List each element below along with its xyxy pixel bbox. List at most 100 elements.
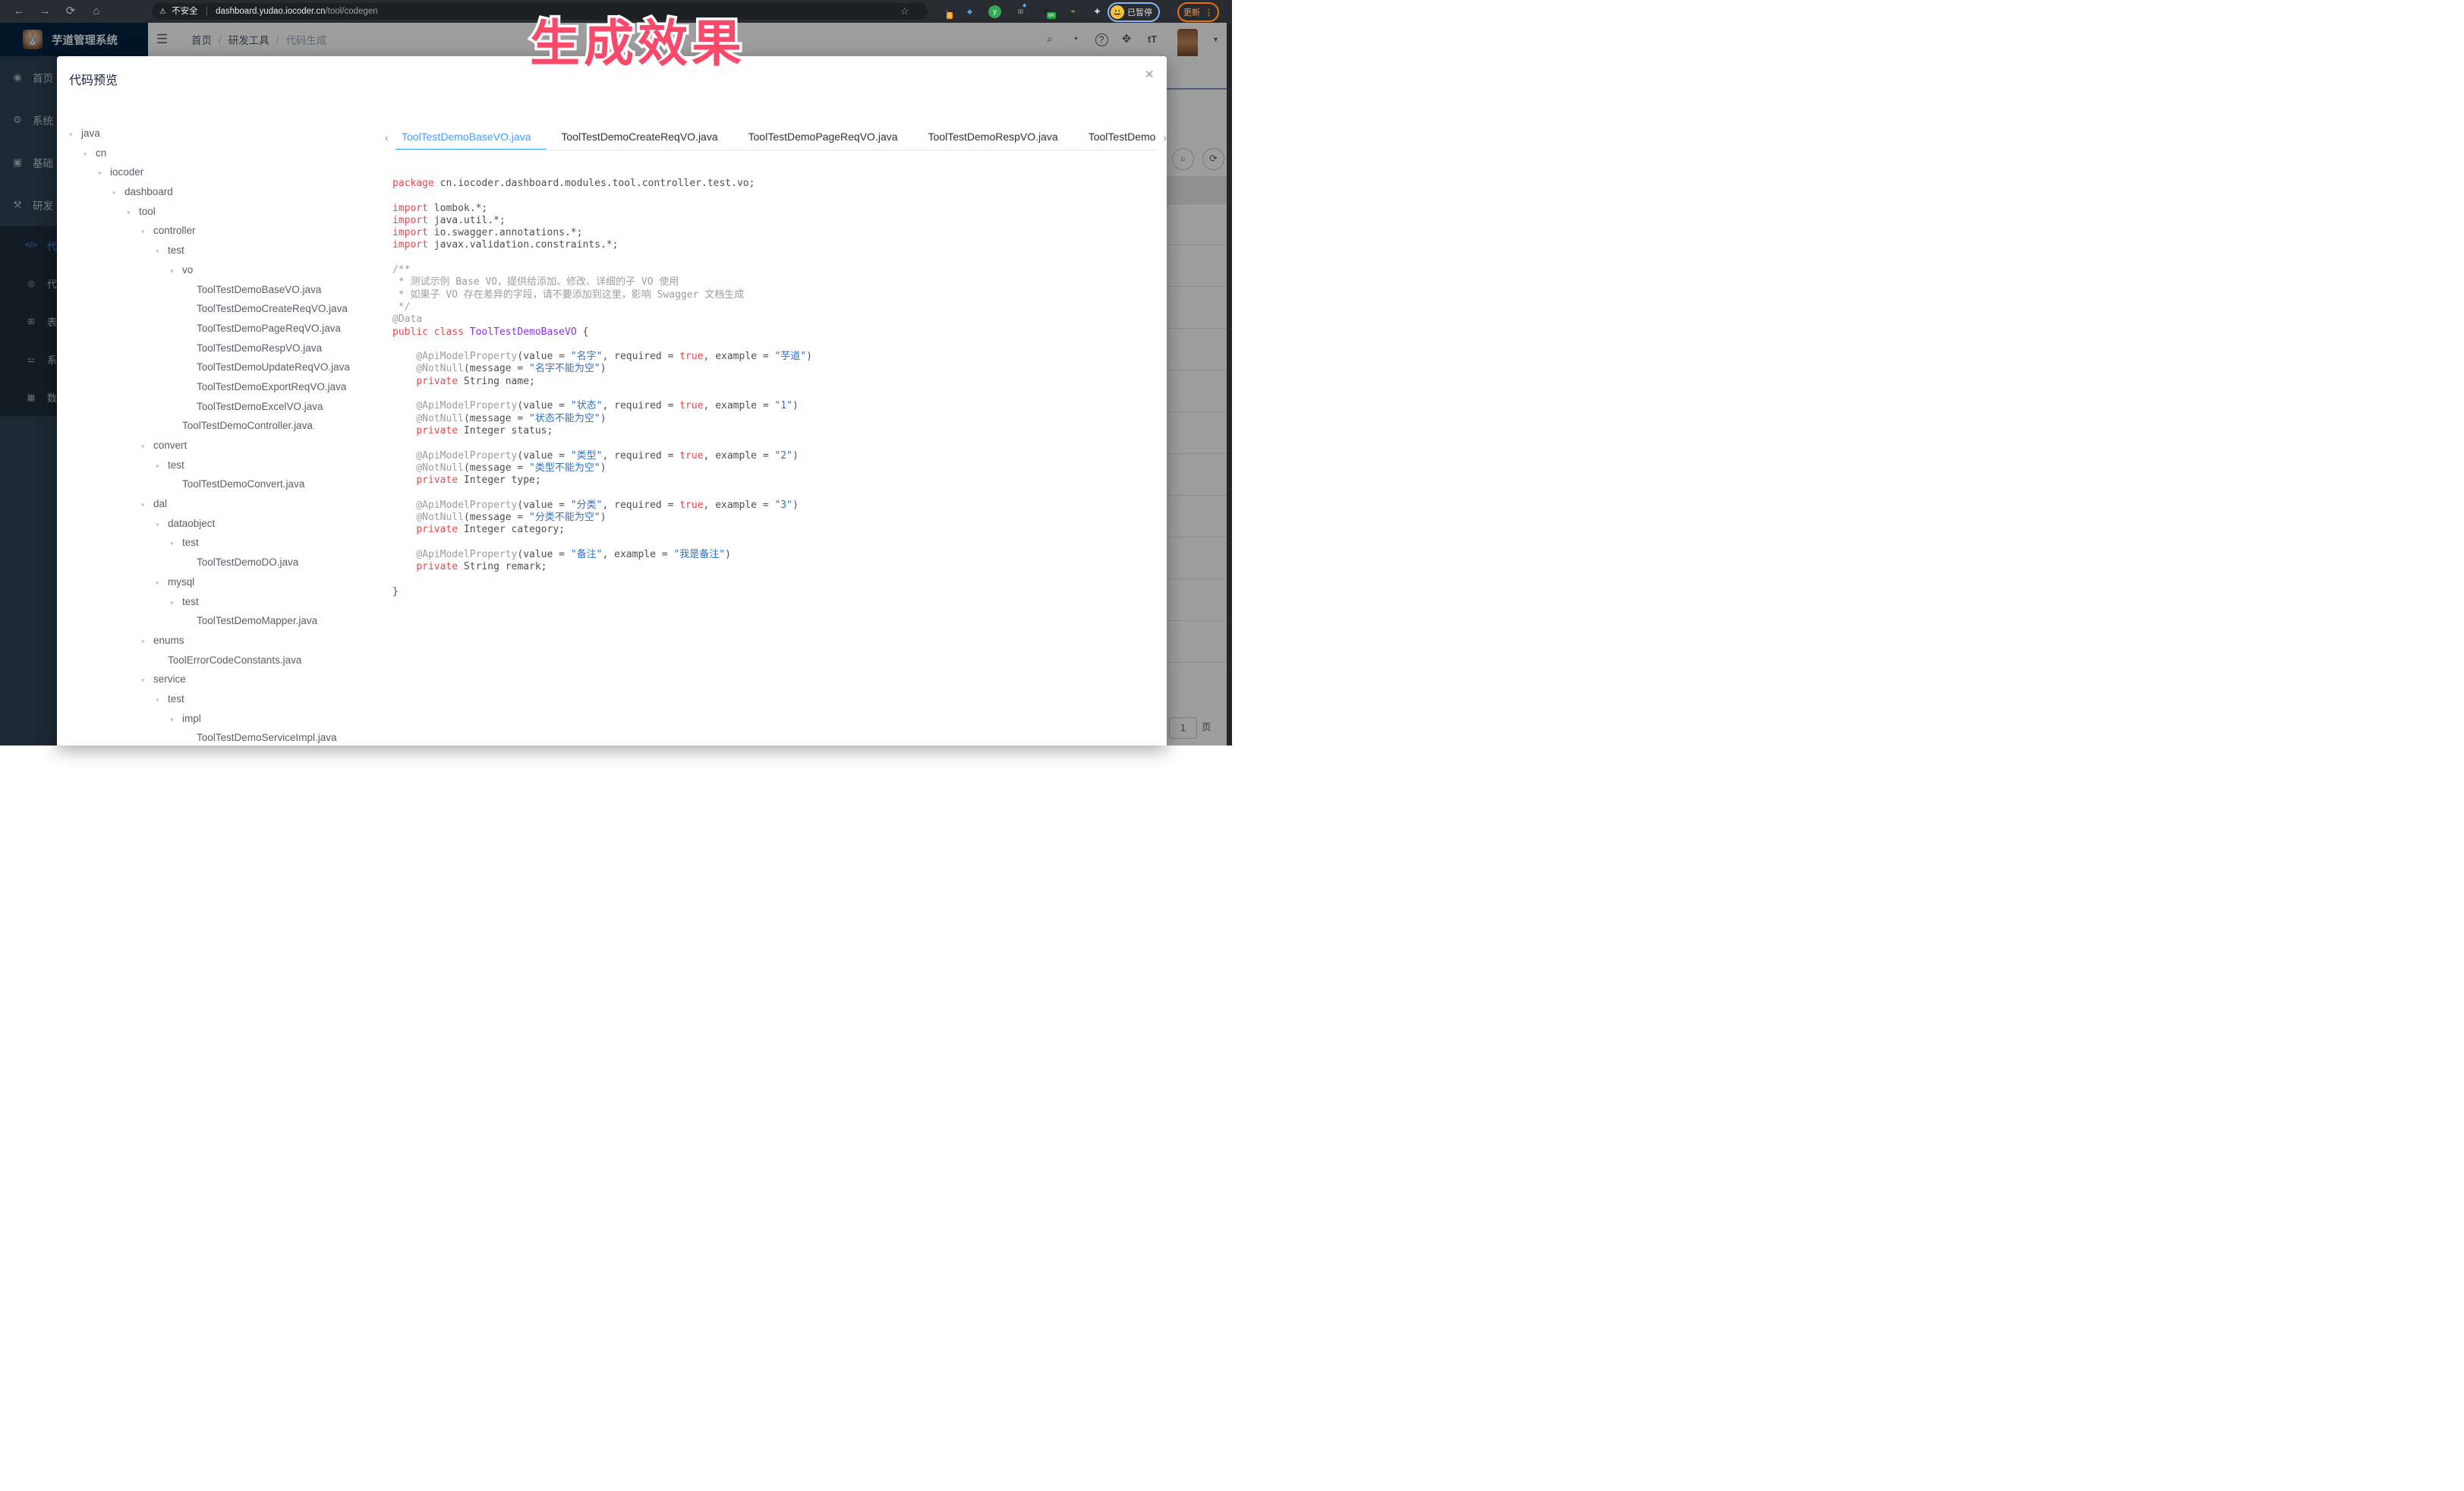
refresh-icon[interactable]: ⟳ — [58, 0, 83, 23]
tree-folder-test[interactable]: ▾test — [69, 533, 384, 553]
tree-expand-caret-icon[interactable]: ▾ — [98, 164, 110, 184]
tab-scroll-prev-icon[interactable]: ‹ — [385, 125, 389, 150]
tab-ToolTestDemoCreateReqVO.java[interactable]: ToolTestDemoCreateReqVO.java — [546, 125, 733, 149]
browser-menu-icon[interactable]: ⋮ — [1205, 8, 1213, 17]
code-viewer[interactable]: package cn.iocoder.dashboard.modules.too… — [392, 178, 1159, 598]
tree-folder-cn[interactable]: ▾cn — [69, 143, 384, 163]
tree-file-ToolTestDemoCreateReqVO.java[interactable]: ToolTestDemoCreateReqVO.java — [69, 299, 384, 319]
tree-folder-mysql[interactable]: ▾mysql — [69, 572, 384, 592]
tree-folder-test[interactable]: ▾test — [69, 241, 384, 260]
url-host: dashboard.yudao.iocoder.cn — [216, 7, 326, 16]
tree-folder-tool[interactable]: ▾tool — [69, 202, 384, 222]
tree-folder-impl[interactable]: ▾impl — [69, 709, 384, 729]
code-line: * 如果子 VO 存在差异的字段，请不要添加到这里，影响 Swagger 文档生… — [392, 289, 1159, 301]
tree-file-ToolTestDemoController.java[interactable]: ToolTestDemoController.java — [69, 416, 384, 436]
tree-node-label: enums — [153, 635, 184, 646]
tree-expand-caret-icon[interactable]: ▾ — [170, 262, 182, 282]
tree-file-ToolErrorCodeConstants.java[interactable]: ToolErrorCodeConstants.java — [69, 651, 384, 670]
tree-node-label: controller — [153, 225, 196, 236]
tree-folder-java[interactable]: ▾java — [69, 124, 384, 143]
tree-node-label: test — [168, 459, 184, 471]
tab-scroll-next-icon[interactable]: › — [1163, 125, 1167, 150]
tree-folder-service[interactable]: ▾service — [69, 670, 384, 689]
bookmark-star-icon[interactable]: ☆ — [900, 0, 909, 23]
tree-folder-dal[interactable]: ▾dal — [69, 494, 384, 514]
tree-file-ToolTestDemoExportReqVO.java[interactable]: ToolTestDemoExportReqVO.java — [69, 377, 384, 397]
tree-file-ToolTestDemoBaseVO.java[interactable]: ToolTestDemoBaseVO.java — [69, 280, 384, 300]
tree-expand-caret-icon[interactable]: ▾ — [170, 594, 182, 613]
tree-expand-caret-icon[interactable]: ▾ — [156, 457, 168, 477]
code-line: @ApiModelProperty(value = "状态", required… — [392, 400, 1159, 412]
tree-expand-caret-icon[interactable]: ▾ — [69, 125, 81, 145]
tree-folder-test[interactable]: ▾test — [69, 455, 384, 475]
tree-expand-caret-icon[interactable]: ▾ — [112, 184, 124, 203]
browser-update-button[interactable]: 更新 ⋮ — [1177, 2, 1219, 22]
tree-expand-caret-icon[interactable]: ▾ — [83, 145, 96, 165]
code-line: import javax.validation.constraints.*; — [392, 239, 1159, 251]
browser-scrollbar[interactable] — [1227, 23, 1232, 746]
tree-file-ToolTestDemoUpdateReqVO.java[interactable]: ToolTestDemoUpdateReqVO.java — [69, 358, 384, 377]
code-line: /** — [392, 264, 1159, 276]
tree-expand-caret-icon[interactable]: ▾ — [156, 515, 168, 535]
tab-ToolTestDemoUpdateReqVO.java[interactable]: ToolTestDemoUpdateReqVO.java — [1073, 125, 1156, 149]
tree-file-ToolTestDemoDO.java[interactable]: ToolTestDemoDO.java — [69, 553, 384, 572]
extension-green-y-icon[interactable]: y — [988, 5, 1001, 18]
tree-folder-enums[interactable]: ▾enums — [69, 631, 384, 651]
tree-expand-caret-icon[interactable]: ▾ — [141, 222, 153, 242]
code-line: private Integer status; — [392, 425, 1159, 437]
back-icon[interactable]: ← — [6, 0, 32, 23]
tree-folder-test[interactable]: ▾test — [69, 592, 384, 612]
tree-file-ToolTestDemoPageReqVO.java[interactable]: ToolTestDemoPageReqVO.java — [69, 319, 384, 339]
forward-icon[interactable]: → — [32, 0, 58, 23]
code-line: private String remark; — [392, 561, 1159, 573]
code-line — [392, 537, 1159, 549]
code-preview-dialog: 代码预览 × ▾java▾cn▾iocoder▾dashboard▾tool▾c… — [57, 56, 1167, 746]
tree-node-label: service — [153, 673, 186, 685]
tree-folder-test[interactable]: ▾test — [69, 689, 384, 709]
browser-profile-badge[interactable]: 😃 已暂停 — [1108, 2, 1160, 22]
tree-file-ToolTestDemoMapper.java[interactable]: ToolTestDemoMapper.java — [69, 611, 384, 631]
code-line — [392, 574, 1159, 586]
tree-expand-caret-icon[interactable]: ▾ — [170, 711, 182, 730]
tree-expand-caret-icon[interactable]: ▾ — [141, 671, 153, 691]
profile-emoji-avatar: 😃 — [1111, 5, 1124, 19]
code-line: @ApiModelProperty(value = "备注", example … — [392, 549, 1159, 561]
code-line: @ApiModelProperty(value = "类型", required… — [392, 450, 1159, 462]
extension-orange-ring-icon[interactable]: ◔1 — [940, 5, 953, 18]
tree-expand-caret-icon[interactable]: ▾ — [156, 242, 168, 262]
tree-expand-caret-icon[interactable]: ▾ — [170, 534, 182, 554]
file-tabs: ToolTestDemoBaseVO.javaToolTestDemoCreat… — [395, 125, 1156, 150]
extension-plant-icon[interactable]: ❧ — [1067, 5, 1079, 18]
tree-expand-caret-icon[interactable]: ▾ — [156, 691, 168, 711]
tree-node-label: ToolTestDemoConvert.java — [182, 478, 304, 490]
code-line: import java.util.*; — [392, 215, 1159, 227]
tree-node-label: ToolTestDemoUpdateReqVO.java — [197, 361, 350, 373]
home-icon[interactable]: ⌂ — [83, 0, 109, 23]
tree-expand-caret-icon[interactable]: ▾ — [141, 632, 153, 652]
tree-folder-dashboard[interactable]: ▾dashboard — [69, 182, 384, 202]
tree-folder-controller[interactable]: ▾controller — [69, 221, 384, 241]
tree-expand-caret-icon[interactable]: ▾ — [141, 496, 153, 515]
tree-node-label: test — [168, 693, 184, 705]
dialog-title: 代码预览 — [69, 70, 118, 88]
tab-ToolTestDemoBaseVO.java[interactable]: ToolTestDemoBaseVO.java — [395, 125, 546, 150]
extension-blue-gem-icon[interactable]: ◆ — [963, 5, 976, 18]
tab-ToolTestDemoPageReqVO.java[interactable]: ToolTestDemoPageReqVO.java — [733, 125, 913, 149]
tree-folder-convert[interactable]: ▾convert — [69, 436, 384, 455]
tree-expand-caret-icon[interactable]: ▾ — [156, 574, 168, 594]
extensions-puzzle-icon[interactable]: ✚ — [1091, 5, 1104, 18]
tree-folder-dataobject[interactable]: ▾dataobject — [69, 514, 384, 534]
tree-expand-caret-icon[interactable]: ▾ — [141, 437, 153, 457]
close-icon[interactable]: × — [1141, 67, 1158, 84]
tree-expand-caret-icon[interactable]: ▾ — [127, 203, 139, 223]
tree-file-ToolTestDemoServiceImpl.java[interactable]: ToolTestDemoServiceImpl.java — [69, 728, 384, 746]
tree-node-label: tool — [139, 206, 156, 217]
tree-folder-iocoder[interactable]: ▾iocoder — [69, 162, 384, 182]
extension-list-on-icon[interactable]: ☰on — [1040, 5, 1053, 18]
tree-folder-vo[interactable]: ▾vo — [69, 260, 384, 280]
tab-ToolTestDemoRespVO.java[interactable]: ToolTestDemoRespVO.java — [913, 125, 1073, 149]
tree-file-ToolTestDemoConvert.java[interactable]: ToolTestDemoConvert.java — [69, 474, 384, 494]
tree-file-ToolTestDemoExcelVO.java[interactable]: ToolTestDemoExcelVO.java — [69, 397, 384, 417]
tree-file-ToolTestDemoRespVO.java[interactable]: ToolTestDemoRespVO.java — [69, 339, 384, 358]
extension-grid-icon[interactable]: ⊞◆ — [1014, 5, 1027, 18]
